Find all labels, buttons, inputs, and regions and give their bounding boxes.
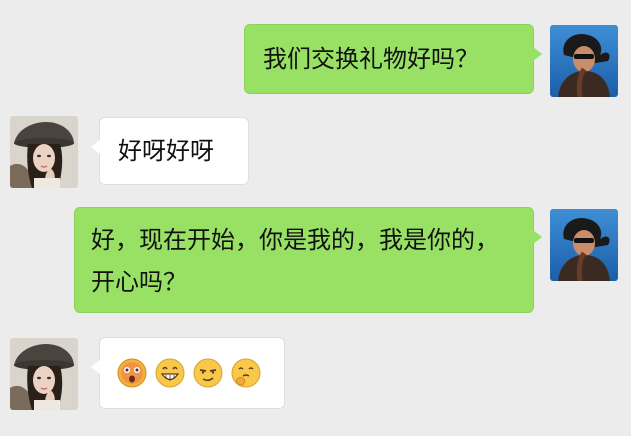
avatar-man-icon bbox=[550, 209, 618, 281]
emoji-row bbox=[116, 338, 268, 408]
thinking-emoji-icon bbox=[231, 358, 261, 388]
avatar-man-icon bbox=[550, 25, 618, 97]
message-bubble-sent[interactable]: 我们交换礼物好吗？ bbox=[244, 24, 542, 94]
avatar-contact[interactable] bbox=[10, 116, 78, 188]
smirk-emoji-icon bbox=[193, 358, 223, 388]
message-bubble-sent[interactable]: 好，现在开始，你是我的，我是你的，开心吗？ bbox=[74, 207, 542, 313]
grin-emoji-icon bbox=[155, 358, 185, 388]
avatar-user-me[interactable] bbox=[550, 209, 618, 281]
avatar-woman-hat-icon bbox=[10, 338, 78, 410]
dizzy-face-emoji-icon bbox=[117, 358, 147, 388]
message-text: 我们交换礼物好吗？ bbox=[263, 45, 479, 73]
chat-conversation: 我们交换礼物好吗？ 好呀好呀 好，现在开始，你是我的，我是你的，开心吗？ bbox=[0, 0, 631, 436]
message-text: 好呀好呀 bbox=[118, 137, 214, 165]
avatar-user-me[interactable] bbox=[550, 25, 618, 97]
avatar-contact[interactable] bbox=[10, 338, 78, 410]
message-bubble-received[interactable]: 好呀好呀 bbox=[91, 117, 249, 185]
avatar-woman-hat-icon bbox=[10, 116, 78, 188]
message-text: 好，现在开始，你是我的，我是你的，开心吗？ bbox=[91, 226, 499, 296]
message-bubble-received[interactable] bbox=[91, 337, 285, 409]
